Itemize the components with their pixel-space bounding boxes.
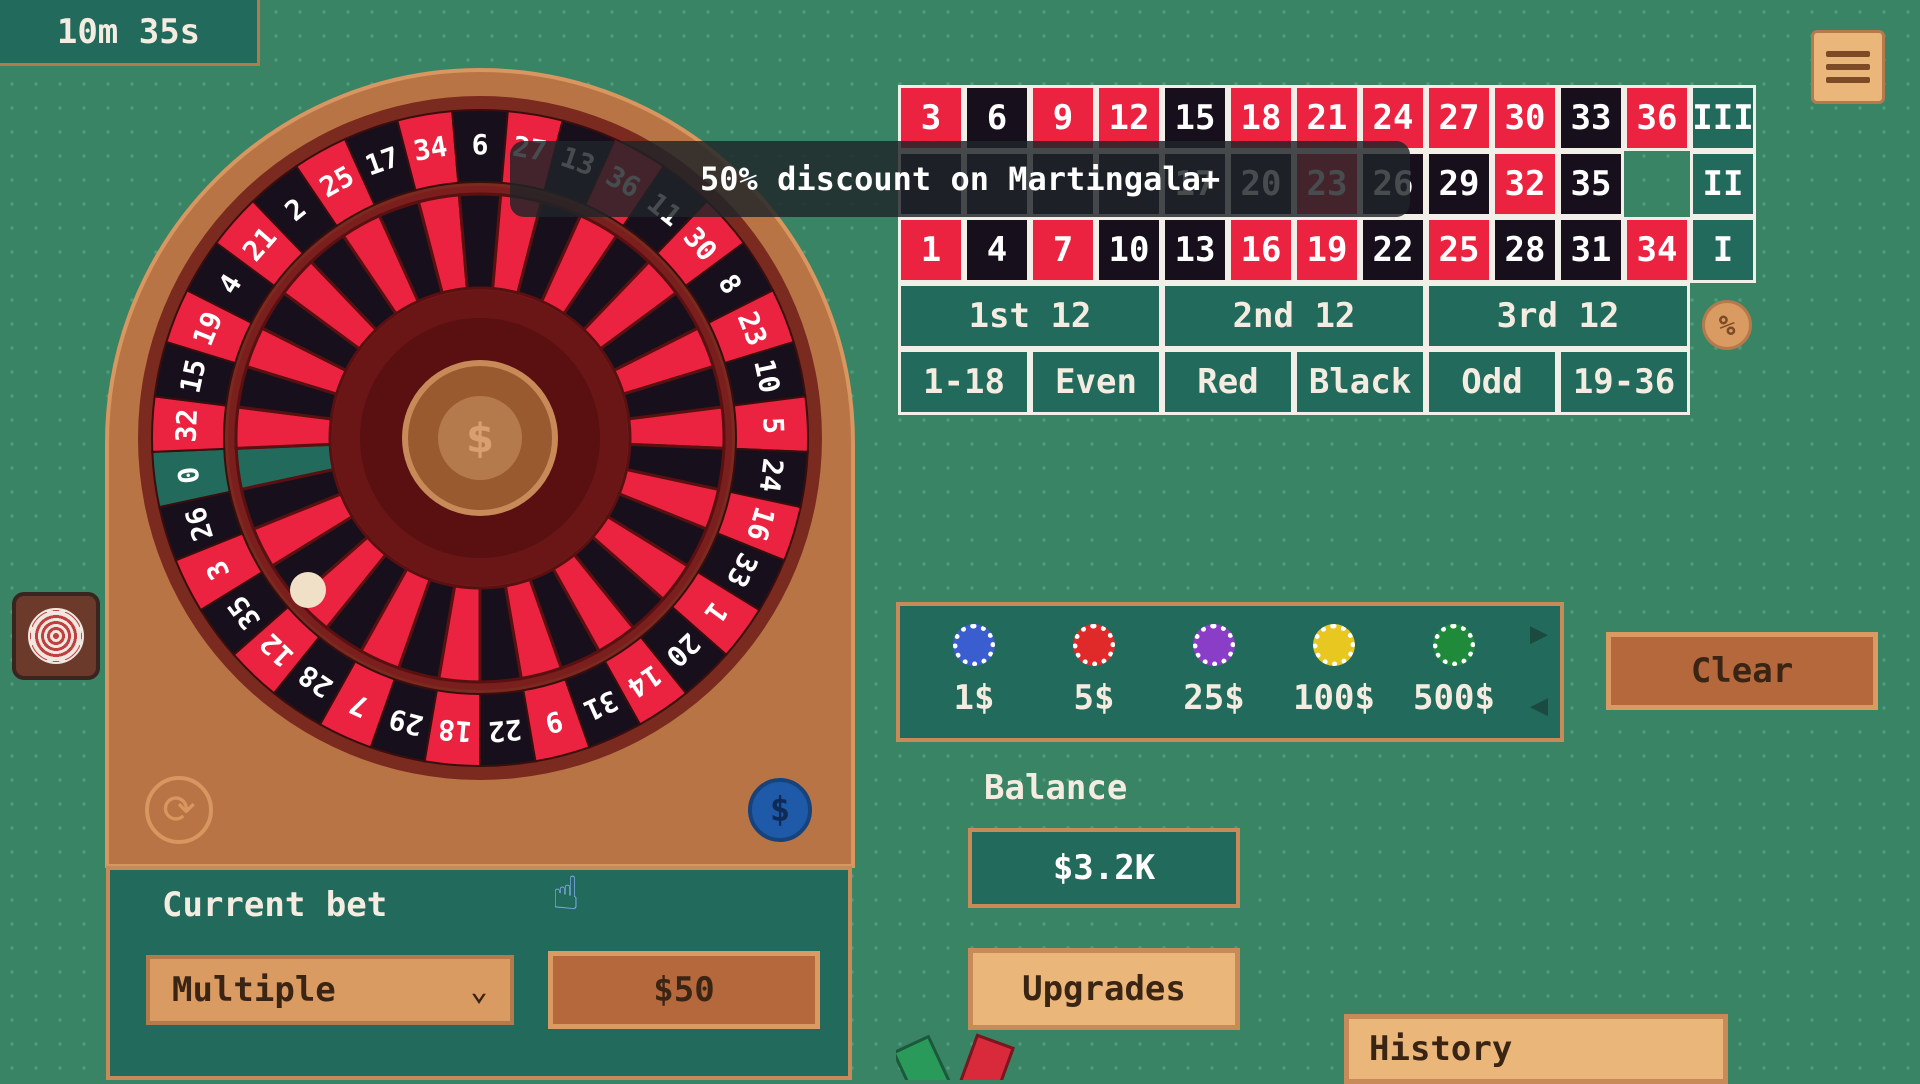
chip-500[interactable]: 500$ — [1394, 624, 1514, 734]
current-bet-title: Current bet — [162, 885, 388, 925]
refresh-icon: ⟳ — [162, 787, 196, 833]
wheel-number: 6 — [472, 128, 489, 161]
timer-display: 10m 35s — [0, 0, 260, 66]
chevron-right-icon[interactable]: ▶ — [1530, 616, 1548, 651]
column-bet-cell[interactable]: II — [1690, 151, 1756, 217]
chip-selector: ▶ ◀ 1$ 5$ 25$ 100$ 500$ — [896, 602, 1564, 742]
chip-icon — [1193, 624, 1235, 666]
wheel-number: 5 — [756, 416, 790, 434]
wheel-number: 24 — [753, 456, 790, 494]
chevron-down-icon: ⌄ — [469, 972, 488, 1008]
bet-mode-value: Multiple — [172, 970, 336, 1010]
number-cell[interactable]: 35 — [1558, 151, 1624, 217]
fingerprint-button[interactable] — [12, 592, 100, 680]
chip-label: 1$ — [953, 678, 995, 718]
number-cell[interactable]: 10 — [1096, 217, 1162, 283]
column-bet-cell[interactable]: I — [1690, 217, 1756, 283]
number-cell[interactable]: 19 — [1294, 217, 1360, 283]
wheel-number: 18 — [437, 713, 473, 749]
chip-icon — [953, 624, 995, 666]
menu-button[interactable] — [1811, 30, 1885, 104]
chip-label: 5$ — [1073, 678, 1115, 718]
dozen-bet-cell[interactable]: 2nd 12 — [1162, 283, 1426, 349]
svg-text:$: $ — [466, 416, 494, 462]
wheel-number: 32 — [170, 408, 204, 443]
history-button[interactable]: History — [1344, 1014, 1728, 1084]
number-cell[interactable]: 32 — [1492, 151, 1558, 217]
chip-100[interactable]: 100$ — [1274, 624, 1394, 734]
chip-label: 100$ — [1293, 678, 1375, 718]
clear-button[interactable]: Clear — [1606, 632, 1878, 710]
number-cell[interactable]: 34 — [1624, 217, 1690, 283]
fingerprint-icon — [28, 608, 84, 664]
chip-label: 25$ — [1183, 678, 1245, 718]
number-cell[interactable]: 27 — [1426, 85, 1492, 151]
chip-25[interactable]: 25$ — [1154, 624, 1274, 734]
hamburger-icon — [1826, 51, 1870, 57]
number-cell[interactable]: 29 — [1426, 151, 1492, 217]
dozen-bet-cell[interactable]: 1st 12 — [898, 283, 1162, 349]
hand-cursor-icon: ☝ — [552, 866, 580, 920]
card-deck-icon[interactable] — [896, 1030, 1026, 1080]
chevron-left-icon[interactable]: ◀ — [1530, 688, 1548, 723]
reroll-button[interactable]: ⟳ — [145, 776, 213, 844]
number-cell[interactable]: 4 — [964, 217, 1030, 283]
chip-icon — [1313, 624, 1355, 666]
upgrades-button[interactable]: Upgrades — [968, 948, 1240, 1030]
discount-percent-icon[interactable]: % — [1702, 300, 1752, 350]
dozen-bet-cell[interactable]: 3rd 12 — [1426, 283, 1690, 349]
roulette-ball — [290, 572, 326, 608]
outside-bet-cell[interactable]: Red — [1162, 349, 1294, 415]
current-bet-value[interactable]: $50 — [548, 951, 820, 1029]
discount-banner: 50% discount on Martingala+ — [510, 141, 1410, 217]
outside-bet-cell[interactable]: Even — [1030, 349, 1162, 415]
outside-bet-cell[interactable]: 19-36 — [1558, 349, 1690, 415]
number-cell[interactable]: 13 — [1162, 217, 1228, 283]
chip-icon — [1073, 624, 1115, 666]
outside-bet-cell[interactable]: Odd — [1426, 349, 1558, 415]
number-cell[interactable]: 16 — [1228, 217, 1294, 283]
number-cell[interactable]: 31 — [1558, 217, 1624, 283]
number-cell[interactable]: 28 — [1492, 217, 1558, 283]
column-bet-cell[interactable]: III — [1690, 85, 1756, 151]
number-cell[interactable]: 30 — [1492, 85, 1558, 151]
balance-label: Balance — [984, 768, 1128, 808]
betting-board: 369121518212427303336III17202326293235II… — [898, 85, 1758, 420]
balance-value: $3.2K — [968, 828, 1240, 908]
chip-label: 500$ — [1413, 678, 1495, 718]
chip-1[interactable]: 1$ — [914, 624, 1034, 734]
chip-icon — [1433, 624, 1475, 666]
bet-mode-dropdown[interactable]: Multiple ⌄ — [146, 955, 514, 1025]
number-cell[interactable]: 1 — [898, 217, 964, 283]
number-cell[interactable]: 22 — [1360, 217, 1426, 283]
chip-5[interactable]: 5$ — [1034, 624, 1154, 734]
wheel-number: 22 — [487, 713, 523, 749]
number-cell[interactable]: 33 — [1558, 85, 1624, 151]
wheel-number: 10 — [747, 356, 786, 396]
number-cell[interactable]: 7 — [1030, 217, 1096, 283]
outside-bet-cell[interactable]: Black — [1294, 349, 1426, 415]
number-cell[interactable]: 25 — [1426, 217, 1492, 283]
wheel-number: 15 — [173, 356, 212, 396]
dollar-icon: $ — [769, 790, 791, 830]
cashout-button[interactable]: $ — [748, 778, 812, 842]
wheel-number: 34 — [411, 130, 450, 168]
number-cell[interactable]: 36 — [1624, 85, 1690, 151]
outside-bet-cell[interactable]: 1-18 — [898, 349, 1030, 415]
